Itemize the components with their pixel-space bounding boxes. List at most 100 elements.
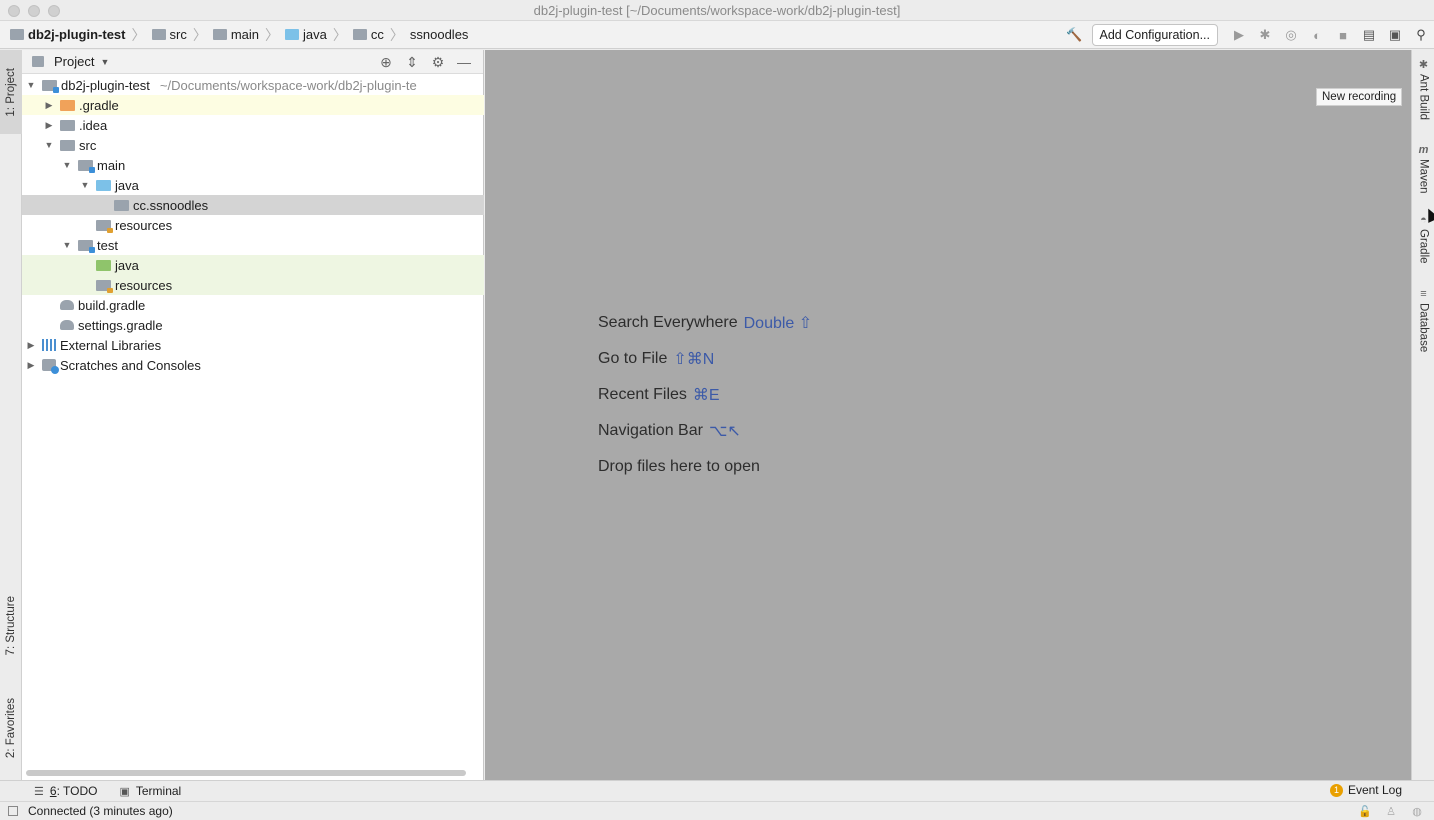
left-tool-strip: 1: Project 7: Structure 2: Favorites xyxy=(0,50,22,780)
breadcrumb-separator: 〉 xyxy=(332,26,347,43)
todo-list-icon: ☰ xyxy=(34,785,44,798)
build-hammer-icon[interactable]: 🔨 xyxy=(1066,26,1084,44)
module-folder-icon xyxy=(78,159,95,173)
tab-event-log[interactable]: 1 Event Log xyxy=(1329,783,1402,797)
locate-icon[interactable]: ⊕ xyxy=(373,54,399,71)
title-bar: db2j-plugin-test [~/Documents/workspace-… xyxy=(0,0,1434,21)
hint-navigation-bar: Navigation Bar ⌥↖ xyxy=(598,422,741,440)
tree-node-test-resources[interactable]: resources xyxy=(22,275,484,295)
source-folder-icon xyxy=(285,29,300,40)
expanded-arrow-icon[interactable]: ▼ xyxy=(44,140,54,150)
gear-icon[interactable]: ⚙ xyxy=(425,54,451,71)
folder-icon xyxy=(60,119,75,131)
tree-node-test-java[interactable]: java xyxy=(22,255,484,275)
tree-node-settings-gradle[interactable]: settings.gradle xyxy=(22,315,484,335)
scratches-icon xyxy=(42,359,59,374)
libraries-icon xyxy=(42,339,56,351)
tooltip: New recording xyxy=(1316,88,1403,106)
breadcrumb-java[interactable]: java xyxy=(285,21,327,49)
ant-icon: ✱ xyxy=(1418,59,1429,71)
tab-todo[interactable]: ☰ 6: TODO xyxy=(34,784,97,798)
collapsed-arrow-icon[interactable]: ▶ xyxy=(44,120,54,131)
tree-node-root[interactable]: ▼ db2j-plugin-test ~/Documents/workspace… xyxy=(22,75,484,95)
tree-node-idea[interactable]: ▶ .idea xyxy=(22,115,484,135)
window-title: db2j-plugin-test [~/Documents/workspace-… xyxy=(533,3,901,18)
navigation-bar: db2j-plugin-test 〉 src 〉 main 〉 java 〉 c… xyxy=(0,21,1434,49)
add-configuration-button[interactable]: Add Configuration... xyxy=(1091,24,1218,46)
folder-icon xyxy=(60,139,75,151)
breadcrumb-separator: 〉 xyxy=(389,26,404,43)
tab-favorites[interactable]: 2: Favorites xyxy=(0,682,22,774)
breadcrumb-ssnoodles[interactable]: ssnoodles xyxy=(410,21,469,49)
module-folder-icon xyxy=(42,79,59,93)
breadcrumb-separator: 〉 xyxy=(265,26,280,43)
horizontal-scrollbar[interactable] xyxy=(26,770,466,776)
hint-drop-files: Drop files here to open xyxy=(598,458,760,475)
module-folder-icon xyxy=(212,29,227,40)
tree-node-src[interactable]: ▼ src xyxy=(22,135,484,155)
chevron-down-icon[interactable]: ▼ xyxy=(100,57,109,67)
debug-icon[interactable]: ✱ xyxy=(1256,26,1274,44)
package-icon xyxy=(352,29,367,40)
hide-icon[interactable]: — xyxy=(451,54,477,70)
breadcrumb: db2j-plugin-test 〉 src 〉 main 〉 java 〉 c… xyxy=(0,21,468,49)
test-source-folder-icon xyxy=(96,259,111,271)
hint-recent-files: Recent Files ⌘E xyxy=(598,386,720,404)
lock-icon[interactable]: 🔓 xyxy=(1356,805,1374,818)
breadcrumb-src[interactable]: src xyxy=(151,21,187,49)
editor-empty-area[interactable]: Search Everywhere Double ⇧ Go to File ⇧⌘N … xyxy=(485,50,1411,780)
tree-node-package[interactable]: cc.ssnoodles xyxy=(22,195,484,215)
resources-folder-icon xyxy=(96,219,113,233)
database-icon: ≡ xyxy=(1420,288,1427,300)
tab-terminal[interactable]: ▣ Terminal xyxy=(119,784,181,798)
tree-node-main-resources[interactable]: resources xyxy=(22,215,484,235)
terminal-icon: ▣ xyxy=(119,785,130,798)
tab-maven[interactable]: m Maven xyxy=(1412,144,1434,200)
tree-node-main-java[interactable]: ▼ java xyxy=(22,175,484,195)
collapsed-arrow-icon[interactable]: ▶ xyxy=(44,100,54,111)
package-icon xyxy=(114,199,129,211)
collapsed-arrow-icon[interactable]: ▶ xyxy=(26,360,36,371)
bottom-tool-bar: ☰ 6: TODO ▣ Terminal 1 Event Log xyxy=(0,780,1434,801)
hint-go-to-file: Go to File ⇧⌘N xyxy=(598,350,715,368)
expanded-arrow-icon[interactable]: ▼ xyxy=(80,180,90,190)
tree-node-test[interactable]: ▼ test xyxy=(22,235,484,255)
breadcrumb-cc[interactable]: cc xyxy=(352,21,384,49)
breadcrumb-separator: 〉 xyxy=(131,26,146,43)
tab-gradle[interactable]: ◓ Gradle xyxy=(1412,214,1434,274)
stop-icon[interactable]: ■ xyxy=(1334,26,1352,44)
tree-node-build-gradle[interactable]: build.gradle xyxy=(22,295,484,315)
tool-windows-toggle-icon[interactable] xyxy=(8,806,18,816)
breadcrumb-main[interactable]: main xyxy=(212,21,259,49)
search-icon[interactable]: ⚲ xyxy=(1412,26,1430,44)
project-structure-icon[interactable]: ▤ xyxy=(1360,26,1378,44)
collapse-all-icon[interactable]: ⇕ xyxy=(399,54,425,71)
tree-node-external-libraries[interactable]: ▶ External Libraries xyxy=(22,335,484,355)
sdk-icon[interactable]: ▣ xyxy=(1386,26,1404,44)
collapsed-arrow-icon[interactable]: ▶ xyxy=(26,340,36,351)
expanded-arrow-icon[interactable]: ▼ xyxy=(62,160,72,170)
memory-indicator-icon[interactable]: ◍ xyxy=(1408,805,1426,818)
source-folder-icon xyxy=(96,179,111,191)
tab-database[interactable]: ≡ Database xyxy=(1412,288,1434,360)
run-icon[interactable]: ▶ xyxy=(1230,26,1248,44)
tab-ant-build[interactable]: ✱ Ant Build xyxy=(1412,58,1434,128)
breadcrumb-project[interactable]: db2j-plugin-test xyxy=(10,21,126,49)
tab-structure[interactable]: 7: Structure xyxy=(0,580,22,672)
coverage-icon[interactable]: ◎ xyxy=(1282,26,1300,44)
tree-node-gradle[interactable]: ▶ .gradle xyxy=(22,95,484,115)
tree-node-scratches[interactable]: ▶ Scratches and Consoles xyxy=(22,355,484,375)
inspector-icon[interactable]: ♙ xyxy=(1382,805,1400,818)
expanded-arrow-icon[interactable]: ▼ xyxy=(26,80,36,90)
gradle-elephant-icon xyxy=(60,300,74,310)
project-view-selector[interactable]: Project xyxy=(54,54,94,69)
expanded-arrow-icon[interactable]: ▼ xyxy=(62,240,72,250)
project-panel: Project ▼ ⊕ ⇕ ⚙ — ▼ db2j-plugin-test ~/D… xyxy=(22,50,484,780)
main-toolbar: 🔨 Add Configuration... ▶ ✱ ◎ ◐ ■ ▤ ▣ ⚲ xyxy=(1062,21,1434,49)
project-panel-header: Project ▼ ⊕ ⇕ ⚙ — xyxy=(22,50,483,74)
tab-project[interactable]: 1: Project xyxy=(0,50,22,134)
excluded-folder-icon xyxy=(60,99,75,111)
profile-icon[interactable]: ◐ xyxy=(1308,26,1326,44)
project-view-icon xyxy=(32,56,44,67)
tree-node-main[interactable]: ▼ main xyxy=(22,155,484,175)
